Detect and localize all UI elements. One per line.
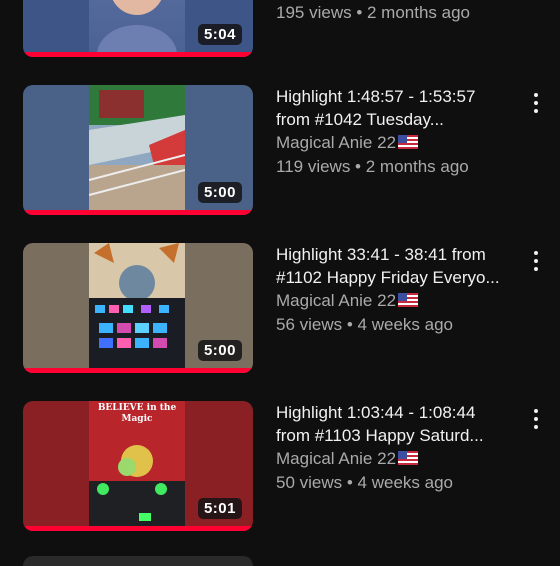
channel-name[interactable]: Magical Anie 22 bbox=[276, 447, 521, 470]
us-flag-icon bbox=[398, 451, 419, 465]
thumbnail-image: BELIEVE in the Magic bbox=[89, 401, 185, 531]
video-item[interactable]: 5:04 195 views • 2 months ago bbox=[0, 0, 560, 59]
video-meta: Highlight 1:03:44 - 1:08:44 from #1103 H… bbox=[276, 401, 521, 496]
video-thumbnail[interactable]: BELIEVE in the Magic 5:01 bbox=[23, 401, 253, 531]
video-title-line[interactable]: #1102 Happy Friday Everyo... bbox=[276, 266, 521, 289]
video-title-line[interactable]: from #1103 Happy Saturd... bbox=[276, 424, 521, 447]
us-flag-icon bbox=[398, 293, 419, 307]
video-stats: 56 views • 4 weeks ago bbox=[276, 315, 453, 334]
video-duration: 5:04 bbox=[197, 24, 242, 45]
channel-label: Magical Anie 22 bbox=[276, 449, 397, 468]
thumbnail-image bbox=[89, 0, 185, 57]
video-thumbnail[interactable]: 5:00 bbox=[23, 243, 253, 373]
video-thumbnail[interactable]: 5:00 bbox=[23, 85, 253, 215]
video-stats: 195 views • 2 months ago bbox=[276, 3, 471, 22]
thumbnail-text: BELIEVE in the Magic bbox=[97, 403, 177, 424]
video-title-line[interactable]: from #1042 Tuesday... bbox=[276, 108, 521, 131]
thumbnail-image bbox=[89, 243, 185, 373]
channel-name[interactable]: Magical Anie 22 bbox=[276, 289, 521, 312]
video-title-line[interactable]: Highlight 1:48:57 - 1:53:57 bbox=[276, 85, 521, 108]
watch-progress-bar bbox=[23, 210, 253, 215]
channel-label: Magical Anie 22 bbox=[276, 291, 397, 310]
channel-name[interactable]: Magical Anie 22 bbox=[276, 131, 521, 154]
watch-progress-bar bbox=[23, 368, 253, 373]
channel-label: Magical Anie 22 bbox=[276, 133, 397, 152]
video-thumbnail[interactable]: 5:04 bbox=[23, 0, 253, 57]
more-vert-icon[interactable] bbox=[530, 409, 542, 433]
us-flag-icon bbox=[398, 135, 419, 149]
video-duration: 5:00 bbox=[197, 182, 242, 203]
video-meta: 195 views • 2 months ago bbox=[276, 0, 521, 26]
thumbnail-image bbox=[89, 85, 185, 215]
video-duration: 5:01 bbox=[197, 498, 242, 519]
video-title-line[interactable]: Highlight 1:03:44 - 1:08:44 bbox=[276, 401, 521, 424]
video-item[interactable]: 5:00 Highlight 33:41 - 38:41 from #1102 … bbox=[0, 243, 560, 375]
video-title-line[interactable]: Highlight 33:41 - 38:41 from bbox=[276, 243, 521, 266]
video-meta: Highlight 33:41 - 38:41 from #1102 Happy… bbox=[276, 243, 521, 338]
more-vert-icon[interactable] bbox=[530, 93, 542, 117]
watch-progress-bar bbox=[23, 526, 253, 531]
video-item[interactable]: 5:00 Highlight 1:48:57 - 1:53:57 from #1… bbox=[0, 85, 560, 217]
video-stats: 50 views • 4 weeks ago bbox=[276, 473, 453, 492]
video-stats: 119 views • 2 months ago bbox=[276, 157, 469, 176]
next-video-thumbnail[interactable] bbox=[23, 556, 253, 566]
more-vert-icon[interactable] bbox=[530, 251, 542, 275]
watch-progress-bar bbox=[23, 52, 253, 57]
video-meta: Highlight 1:48:57 - 1:53:57 from #1042 T… bbox=[276, 85, 521, 180]
video-item[interactable]: BELIEVE in the Magic 5:01 Highlight 1:03… bbox=[0, 401, 560, 533]
video-duration: 5:00 bbox=[197, 340, 242, 361]
